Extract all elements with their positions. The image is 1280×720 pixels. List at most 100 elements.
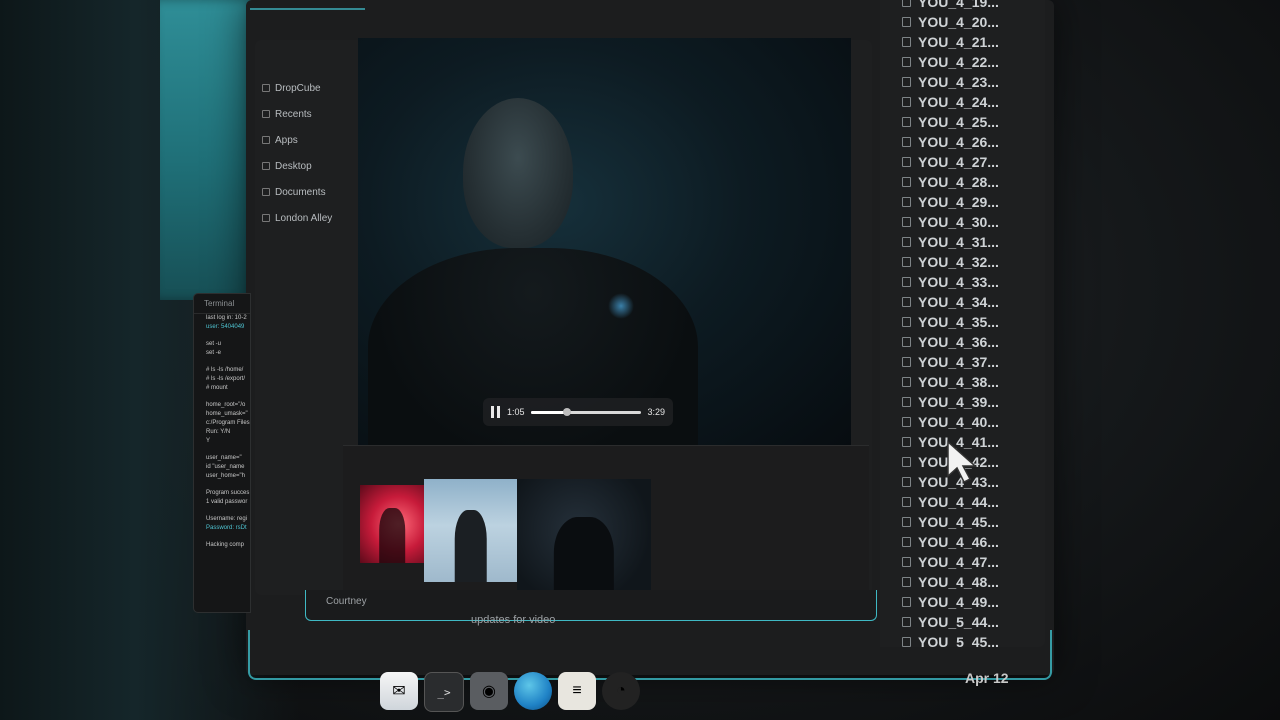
file-list-item[interactable]: YOU_4_29... (880, 192, 1045, 212)
file-list-item[interactable]: YOU_4_34... (880, 292, 1045, 312)
file-icon (902, 617, 911, 627)
folder-icon (262, 110, 270, 118)
player-controls: 1:05 3:29 (483, 398, 673, 426)
file-list-item[interactable]: YOU_4_38... (880, 372, 1045, 392)
file-list-item[interactable]: YOU_4_30... (880, 212, 1045, 232)
finder-sidebar: DropCube Recents Apps Desktop Documents Londo… (262, 75, 352, 231)
mail-icon[interactable]: ✉ (380, 672, 418, 710)
file-list-item[interactable]: YOU_4_36... (880, 332, 1045, 352)
file-list-item[interactable]: YOU_4_31... (880, 232, 1045, 252)
file-name: YOU_4_29... (918, 194, 999, 210)
file-list-item[interactable]: YOU_4_28... (880, 172, 1045, 192)
thumbnail-red[interactable] (360, 485, 424, 563)
file-list-item[interactable]: YOU_4_22... (880, 52, 1045, 72)
camera-icon[interactable]: ◉ (470, 672, 508, 710)
sidebar-item-recents[interactable]: Recents (262, 101, 352, 127)
sidebar-item-london-alley[interactable]: London Alley (262, 205, 352, 231)
file-name: YOU_4_25... (918, 114, 999, 130)
file-name: YOU_4_28... (918, 174, 999, 190)
sidebar-item-label: Recents (275, 108, 312, 120)
thumbnail-blue[interactable] (424, 479, 517, 582)
file-icon (902, 417, 911, 427)
file-list-item[interactable]: YOU_4_32... (880, 252, 1045, 272)
file-list-item[interactable]: YOU_4_26... (880, 132, 1045, 152)
video-player[interactable] (358, 38, 851, 450)
folder-icon (262, 136, 270, 144)
file-list-item[interactable]: YOU_4_39... (880, 392, 1045, 412)
sidebar-item-documents[interactable]: Documents (262, 179, 352, 205)
sidebar-item-desktop[interactable]: Desktop (262, 153, 352, 179)
progress-fill (530, 410, 568, 414)
file-name: YOU_5_45... (918, 634, 999, 647)
file-name: YOU_4_27... (918, 154, 999, 170)
globe-icon[interactable] (514, 672, 552, 710)
file-list-item[interactable]: YOU_4_44... (880, 492, 1045, 512)
file-icon (902, 597, 911, 607)
file-name: YOU_4_24... (918, 94, 999, 110)
file-list-item[interactable]: YOU_4_49... (880, 592, 1045, 612)
sidebar-item-label: Documents (275, 186, 326, 198)
file-list-item[interactable]: YOU_4_48... (880, 572, 1045, 592)
file-name: YOU_4_30... (918, 214, 999, 230)
terminal-line: last log in: 10-2 (206, 315, 247, 321)
file-name: YOU_4_21... (918, 34, 999, 50)
file-list-item[interactable]: YOU_4_19... (880, 0, 1045, 12)
file-list-item[interactable]: YOU_4_24... (880, 92, 1045, 112)
file-list-item[interactable]: YOU_4_23... (880, 72, 1045, 92)
file-list-item[interactable]: YOU_4_25... (880, 112, 1045, 132)
file-list-item[interactable]: YOU_5_44... (880, 612, 1045, 632)
dock: ✉ _> ◉ ≡ ◔ (380, 672, 640, 720)
terminal-line: id "user_name (206, 464, 245, 470)
file-icon (902, 57, 911, 67)
file-name: YOU_4_48... (918, 574, 999, 590)
terminal-output: last log in: 10-2 user: 5404049 set -u set … (194, 314, 250, 550)
file-list-item[interactable]: YOU_4_47... (880, 552, 1045, 572)
file-list-item[interactable]: YOU_4_33... (880, 272, 1045, 292)
file-icon (902, 297, 911, 307)
folder-icon (262, 214, 270, 222)
terminal-line: c:/Program Files (206, 420, 250, 426)
file-list-item[interactable]: YOU_4_27... (880, 152, 1045, 172)
terminal-line: # mount (206, 385, 228, 391)
file-list-item[interactable]: YOU_4_45... (880, 512, 1045, 532)
file-name: YOU_5_44... (918, 614, 999, 630)
file-list-item[interactable]: YOU_4_37... (880, 352, 1045, 372)
folder-icon (262, 188, 270, 196)
sidebar-item-label: Desktop (275, 160, 312, 172)
sidebar-item-apps[interactable]: Apps (262, 127, 352, 153)
notification-sender: Courtney (326, 596, 367, 607)
file-name: YOU_4_46... (918, 534, 999, 550)
sidebar-item-label: London Alley (275, 212, 333, 224)
thumbnail-dark[interactable] (517, 479, 651, 606)
file-name: YOU_4_26... (918, 134, 999, 150)
sidebar-item-dropcube[interactable]: DropCube (262, 75, 352, 101)
sidebar-item-label: Apps (275, 134, 298, 146)
file-list-item[interactable]: YOU_4_21... (880, 32, 1045, 52)
folder-icon (262, 84, 270, 92)
notes-icon[interactable]: ≡ (558, 672, 596, 710)
file-list-item[interactable]: YOU_5_45... (880, 632, 1045, 647)
file-list-item[interactable]: YOU_4_40... (880, 412, 1045, 432)
pause-icon[interactable] (491, 406, 501, 418)
file-list-item[interactable]: YOU_4_35... (880, 312, 1045, 332)
folder-icon (262, 162, 270, 170)
file-icon (902, 437, 911, 447)
file-icon (902, 377, 911, 387)
file-list-item[interactable]: YOU_4_46... (880, 532, 1045, 552)
file-icon (902, 117, 911, 127)
terminal-icon[interactable]: _> (424, 672, 464, 712)
terminal-line: Y (206, 438, 211, 444)
file-icon (902, 137, 911, 147)
file-list-item[interactable]: YOU_4_20... (880, 12, 1045, 32)
notification-banner[interactable]: Courtney updates for video (305, 590, 877, 626)
scrubber-knob[interactable] (563, 407, 572, 416)
terminal-title: Terminal (194, 294, 250, 314)
clock-icon[interactable]: ◔ (602, 672, 640, 710)
file-name: YOU_4_33... (918, 274, 999, 290)
progress-scrubber[interactable] (530, 407, 642, 416)
terminal-line: # ls -ls /export/ (206, 376, 246, 382)
terminal-line: Password: rsDt (206, 525, 247, 531)
